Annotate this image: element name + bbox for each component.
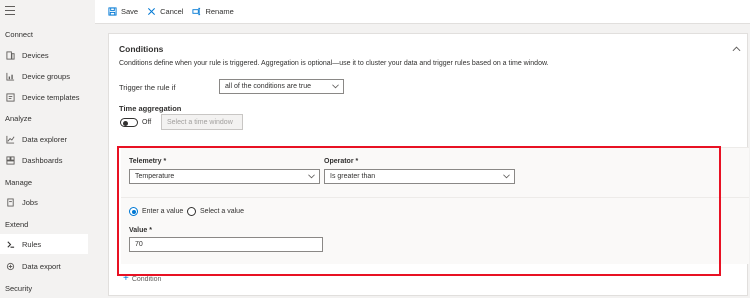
sidebar-item-jobs[interactable]: Jobs [0,192,88,212]
trigger-label: Trigger the rule if [119,83,176,92]
device-templates-icon [6,92,15,102]
rename-icon [192,7,201,16]
value-input[interactable]: 70 [129,237,323,252]
plus-icon: + [123,273,129,284]
sidebar-item-label: Jobs [22,197,38,207]
close-icon [147,7,156,16]
sidebar-item-label: Data export [22,261,61,271]
telemetry-label: Telemetry * [129,158,167,165]
sidebar-item-label: Rules [22,239,42,249]
conditions-title: Conditions [119,44,164,54]
trigger-value: all of the conditions are true [225,83,311,90]
sidebar-item-label: Device templates [22,92,80,102]
telemetry-value: Temperature [135,173,175,180]
cancel-button[interactable]: Cancel [147,7,183,16]
devices-icon [6,50,15,60]
sidebar-item-rules[interactable]: Rules [0,234,88,254]
add-condition-label: Condition [131,275,162,283]
select-value-label: Select a value [200,208,244,215]
cancel-label: Cancel [160,7,184,16]
toggle-knob [122,120,128,126]
sidebar-item-dashboards[interactable]: Dashboards [0,150,88,170]
sidebar-item-label: Data explorer [22,134,68,144]
data-export-icon [6,262,15,271]
chevron-down-icon [308,174,315,179]
time-aggregation-label: Time aggregation [119,104,182,113]
sidebar-section-connect: Connect [5,30,33,39]
condition-divider [121,197,749,198]
conditions-description: Conditions define when your rule is trig… [119,60,549,67]
save-label: Save [121,7,139,16]
enter-value-radio[interactable] [129,207,138,216]
jobs-icon [6,197,15,207]
save-button[interactable]: Save [108,7,138,16]
toggle-state-label: Off [142,119,152,126]
time-aggregation-toggle[interactable] [120,118,138,127]
sidebar-item-label: Devices [22,50,49,60]
sidebar-item-label: Device groups [22,71,70,81]
sidebar-item-data-export[interactable]: Data export [0,256,88,276]
sidebar-item-device-templates[interactable]: Device templates [0,87,88,107]
device-groups-icon [6,72,15,81]
rules-icon [6,240,15,249]
operator-label: Operator * [324,158,359,165]
enter-value-label: Enter a value [142,208,184,215]
conditions-card: Conditions Conditions define when your r… [108,33,749,296]
sidebar-item-devices[interactable]: Devices [0,45,88,65]
dashboards-icon [6,155,15,165]
sidebar: Connect Devices Device groups Device tem… [0,0,95,298]
chevron-up-icon[interactable] [732,45,741,52]
add-condition-button[interactable]: + Condition [123,274,161,284]
rename-label: Rename [205,7,234,16]
sidebar-item-label: Dashboards [22,155,63,165]
time-window-dropdown[interactable]: Select a time window [161,114,243,130]
value-label: Value * [129,227,152,234]
telemetry-dropdown[interactable]: Temperature [129,169,320,184]
sidebar-section-analyze: Analyze [5,114,32,123]
sidebar-section-security: Security [5,284,33,293]
sidebar-section-manage: Manage [5,178,33,187]
rename-button[interactable]: Rename [192,7,234,16]
save-icon [108,7,117,16]
data-explorer-icon [6,135,15,144]
trigger-dropdown[interactable]: all of the conditions are true [219,79,344,94]
operator-value: Is greater than [330,173,376,180]
command-bar: Save Cancel Rename [95,0,750,24]
sidebar-item-data-explorer[interactable]: Data explorer [0,129,88,149]
chevron-down-icon [332,84,339,89]
sidebar-section-extend: Extend [5,220,29,229]
chevron-down-icon [503,174,510,179]
select-value-radio[interactable] [187,207,196,216]
hamburger-menu-icon[interactable] [5,6,15,15]
operator-dropdown[interactable]: Is greater than [324,169,515,184]
sidebar-item-device-groups[interactable]: Device groups [0,66,88,86]
